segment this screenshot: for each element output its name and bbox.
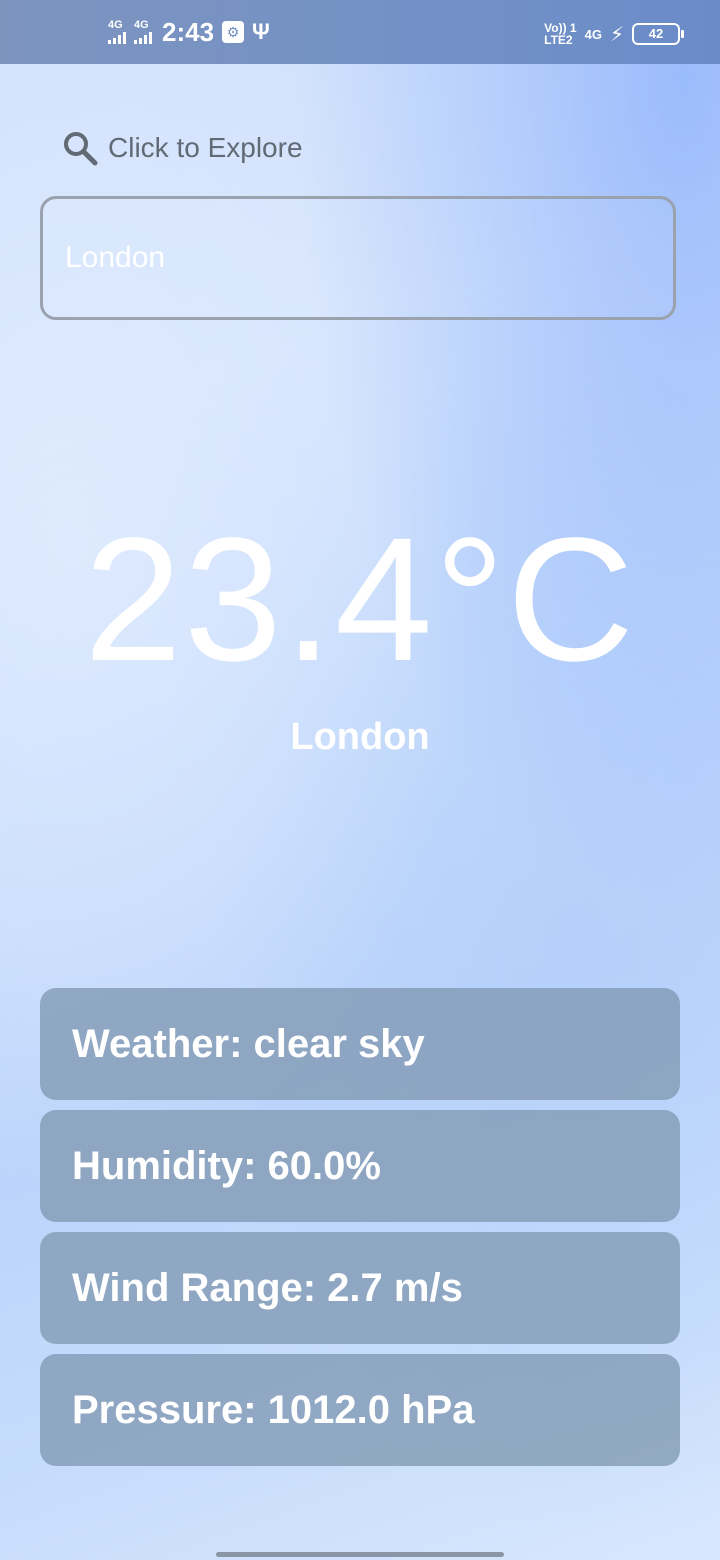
charging-bolt-icon: ⚡ (609, 23, 624, 46)
usb-icon: Ψ (252, 19, 270, 44)
home-indicator[interactable] (216, 1552, 504, 1557)
pressure-card: Pressure: 1012.0 hPa (40, 1354, 680, 1466)
temperature-display: 23.4°C (83, 502, 637, 698)
signal-icon (134, 32, 152, 44)
sim1-signal: 4G (108, 20, 126, 44)
status-bar-right: Vo)) 1 LTE2 4G ⚡ 42 (544, 14, 684, 54)
battery-level: 42 (648, 26, 664, 41)
wind-card: Wind Range: 2.7 m/s (40, 1232, 680, 1344)
weather-condition-text: Weather: clear sky (72, 1021, 425, 1066)
explore-label: Click to Explore (108, 132, 303, 163)
status-bar-left: 4G 4G 2:43 ⚙ Ψ (108, 12, 270, 52)
weather-condition-card: Weather: clear sky (40, 988, 680, 1100)
sim2-signal: 4G (134, 20, 152, 44)
search-icon (64, 132, 98, 166)
city-search-value: London (65, 241, 166, 274)
data-network-label: 4G (584, 26, 602, 42)
explore-button[interactable]: Click to Explore (60, 126, 303, 170)
sim1-network-label: 4G (108, 19, 123, 31)
city-search-input[interactable]: London (40, 196, 676, 320)
status-bar: 4G 4G 2:43 ⚙ Ψ Vo)) 1 LTE2 4G ⚡ 42 (0, 0, 720, 64)
sim2-network-label: 4G (134, 19, 149, 31)
humidity-card: Humidity: 60.0% (40, 1110, 680, 1222)
pressure-text: Pressure: 1012.0 hPa (72, 1387, 475, 1432)
status-time: 2:43 (162, 16, 215, 47)
humidity-text: Humidity: 60.0% (72, 1143, 381, 1188)
volte-icon: Vo)) 1 LTE2 (544, 22, 576, 46)
battery-icon: 42 (632, 23, 684, 45)
app-notification-icon: ⚙ (222, 21, 245, 43)
city-name: London (290, 716, 430, 758)
signal-icon (108, 32, 126, 44)
volte-bottom-label: LTE2 (544, 33, 573, 47)
wind-text: Wind Range: 2.7 m/s (72, 1265, 463, 1310)
